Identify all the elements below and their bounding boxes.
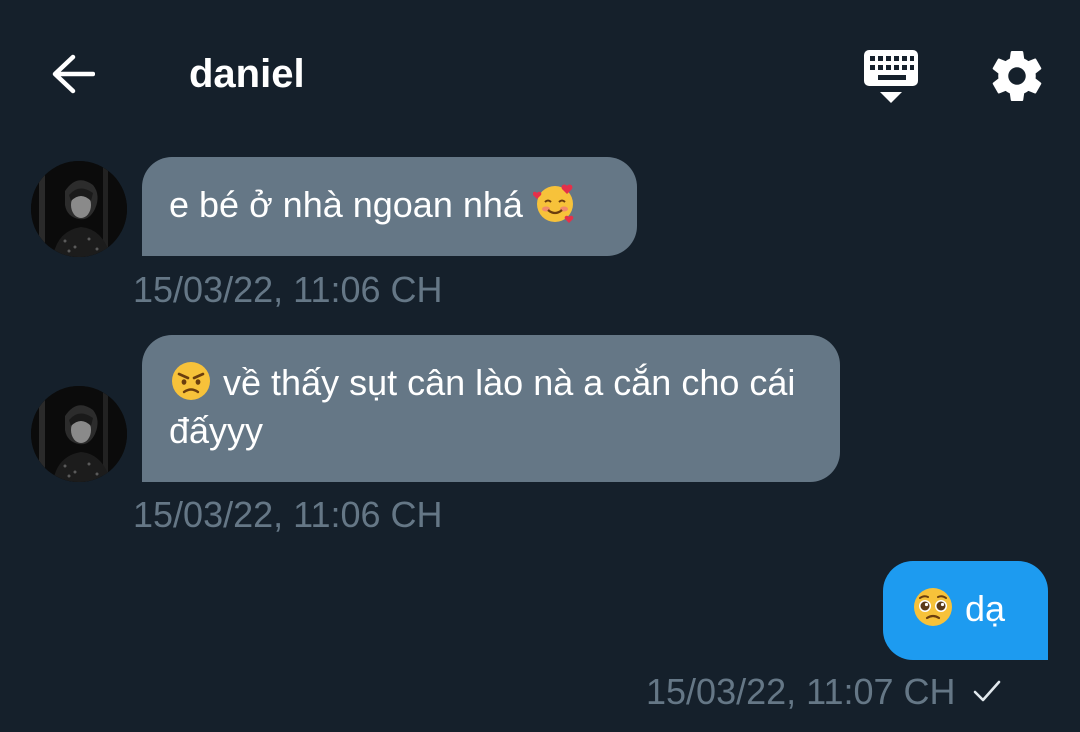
avatar[interactable] bbox=[31, 161, 127, 257]
pleading-face-icon bbox=[914, 588, 952, 626]
message-text: về thấy sụt cân lào nà a cắn cho cái đấy… bbox=[169, 362, 796, 451]
message-timestamp: 15/03/22, 11:06 CH bbox=[133, 269, 443, 310]
message-bubble[interactable]: dạ bbox=[883, 561, 1048, 660]
conversation-title[interactable]: daniel bbox=[189, 50, 305, 98]
message-bubble[interactable]: về thấy sụt cân lào nà a cắn cho cái đấy… bbox=[142, 335, 840, 482]
settings-button[interactable] bbox=[986, 46, 1048, 106]
checkmark-icon bbox=[973, 680, 1000, 702]
message-text: e bé ở nhà ngoan nhá bbox=[169, 184, 523, 225]
keyboard-icon bbox=[864, 50, 918, 103]
message-timestamp-row: 15/03/22, 11:07 CH bbox=[646, 670, 1004, 714]
angry-face-icon bbox=[172, 362, 210, 400]
message-timestamp: 15/03/22, 11:06 CH bbox=[133, 494, 443, 535]
arrow-left-icon bbox=[52, 54, 95, 94]
smiling-face-with-hearts-icon bbox=[532, 184, 574, 223]
keyboard-toggle-button[interactable] bbox=[860, 46, 922, 108]
back-button[interactable] bbox=[46, 50, 100, 98]
dm-conversation-screen: daniel e bé ở nhà ngoan nhá 15/03/22, 11… bbox=[0, 0, 1080, 732]
gear-icon bbox=[992, 50, 1042, 101]
avatar[interactable] bbox=[31, 386, 127, 482]
message-text: dạ bbox=[965, 588, 1006, 629]
user-photo-icon bbox=[31, 386, 127, 482]
message-timestamp: 15/03/22, 11:07 CH bbox=[646, 671, 956, 712]
user-photo-icon bbox=[31, 161, 127, 257]
message-bubble[interactable]: e bé ở nhà ngoan nhá bbox=[142, 157, 637, 256]
